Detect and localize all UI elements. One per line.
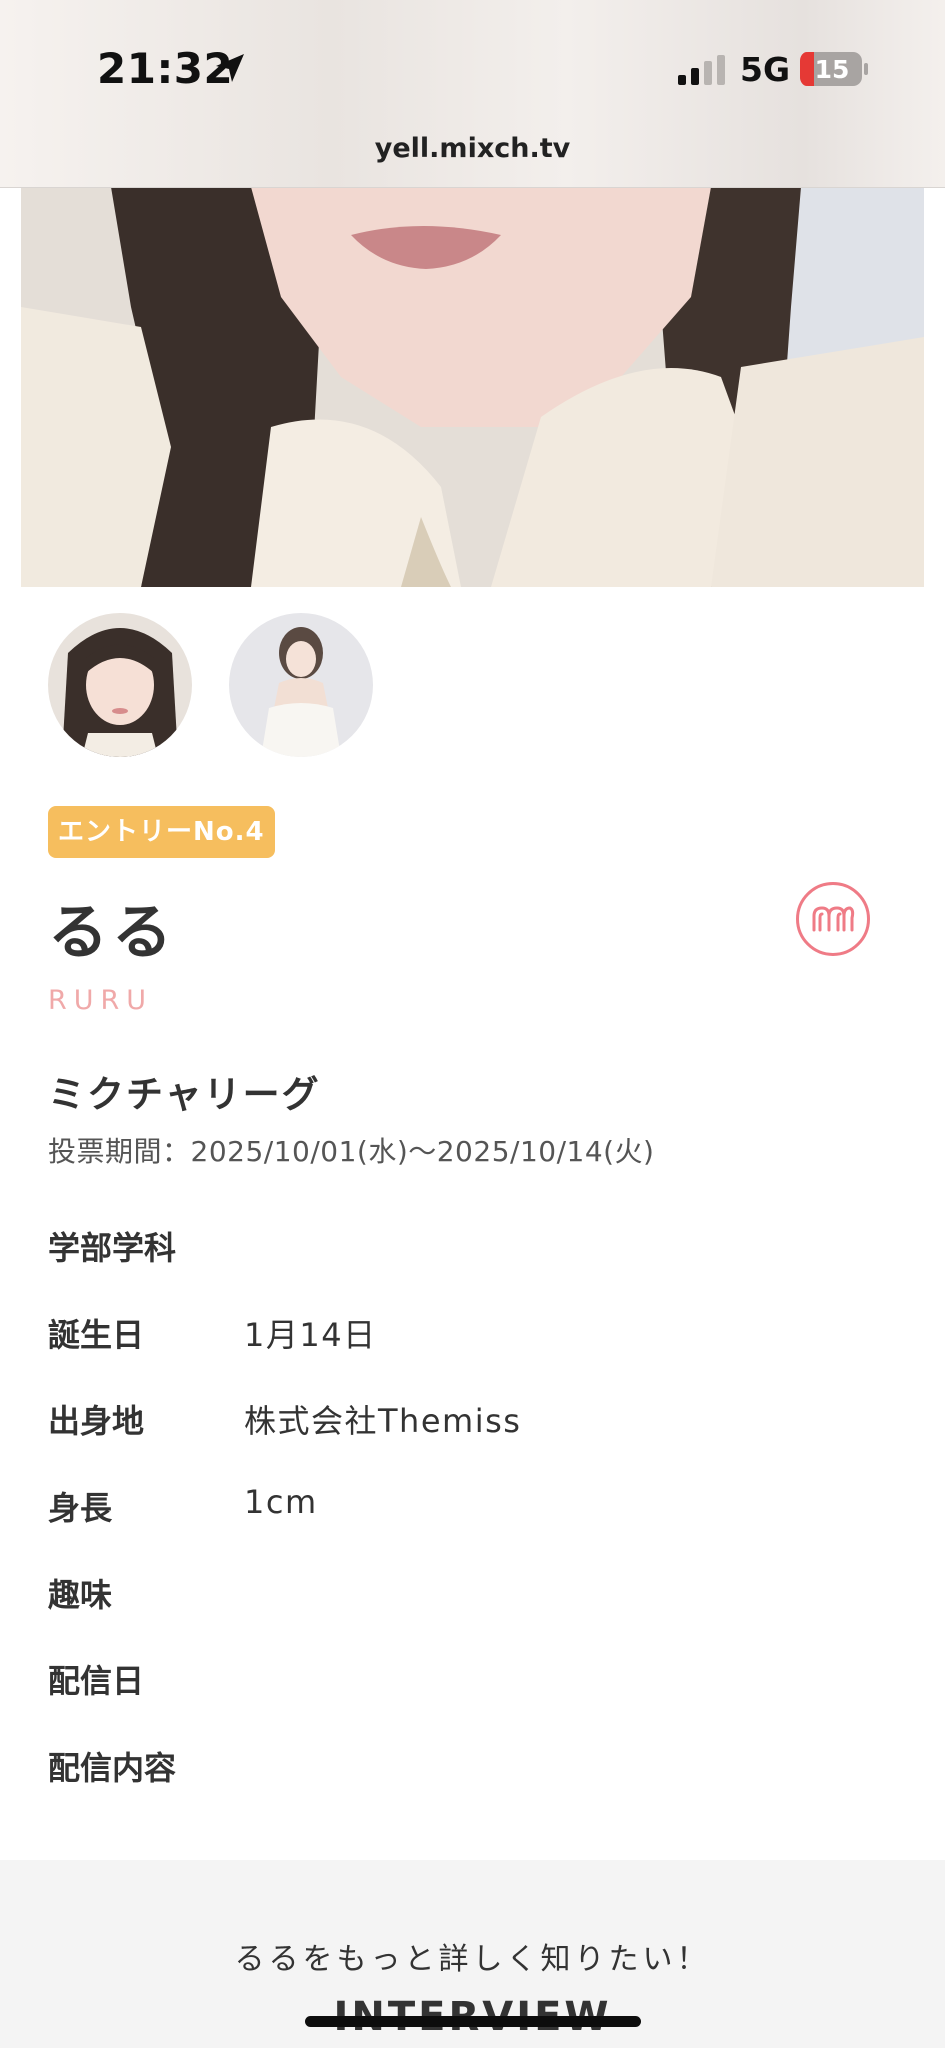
detail-label: 出身地	[48, 1402, 145, 1440]
status-bar: 21:32 5G 15 yell.mixch.tv	[0, 0, 945, 188]
detail-row-hobby: 趣味	[48, 1570, 908, 1620]
home-indicator[interactable]	[305, 2016, 641, 2027]
vote-period-dates: 2025/10/01(水)〜2025/10/14(火)	[190, 1135, 655, 1168]
mixch-profile-button[interactable]	[796, 882, 870, 956]
league-name: ミクチャリーグ	[48, 1073, 321, 1116]
thumbnail-illustration	[229, 613, 373, 757]
photo-illustration	[21, 187, 924, 587]
profile-name: るる	[48, 898, 176, 968]
detail-label: 誕生日	[48, 1316, 145, 1354]
detail-label: 学部学科	[48, 1229, 177, 1267]
vote-period-label: 投票期間：	[48, 1135, 191, 1168]
profile-main-photo[interactable]	[21, 187, 924, 587]
detail-label: 身長	[48, 1489, 113, 1527]
status-time: 21:32	[97, 44, 234, 93]
entry-number-badge: エントリーNo.4	[48, 806, 275, 858]
detail-value: 株式会社Themiss	[244, 1402, 522, 1440]
mixch-logo-icon	[812, 906, 855, 932]
profile-name-romaji: RURU	[48, 985, 154, 1016]
detail-label: 趣味	[48, 1576, 113, 1614]
detail-label: 配信日	[48, 1662, 145, 1700]
location-arrow-icon	[216, 54, 244, 82]
detail-row-department: 学部学科	[48, 1223, 908, 1273]
detail-label: 配信内容	[48, 1749, 177, 1787]
interview-teaser: るるをもっと詳しく知りたい！	[234, 1942, 711, 1977]
detail-row-stream-day: 配信日	[48, 1656, 908, 1706]
battery-level: 15	[814, 55, 850, 84]
address-bar-url[interactable]: yell.mixch.tv	[0, 133, 945, 164]
photo-thumbnail-1[interactable]	[48, 613, 192, 757]
detail-value: 1月14日	[244, 1316, 377, 1354]
detail-row-stream-content: 配信内容	[48, 1743, 908, 1793]
vote-period: 投票期間：2025/10/01(水)〜2025/10/14(火)	[48, 1130, 654, 1170]
signal-icon	[678, 55, 725, 85]
detail-row-height: 身長 1cm	[48, 1483, 908, 1533]
detail-row-birthday: 誕生日 1月14日	[48, 1310, 908, 1360]
detail-row-hometown: 出身地 株式会社Themiss	[48, 1396, 908, 1446]
photo-thumbnail-2[interactable]	[229, 613, 373, 757]
thumbnail-illustration	[48, 613, 192, 757]
detail-value: 1cm	[244, 1483, 318, 1521]
network-type: 5G	[740, 50, 791, 89]
